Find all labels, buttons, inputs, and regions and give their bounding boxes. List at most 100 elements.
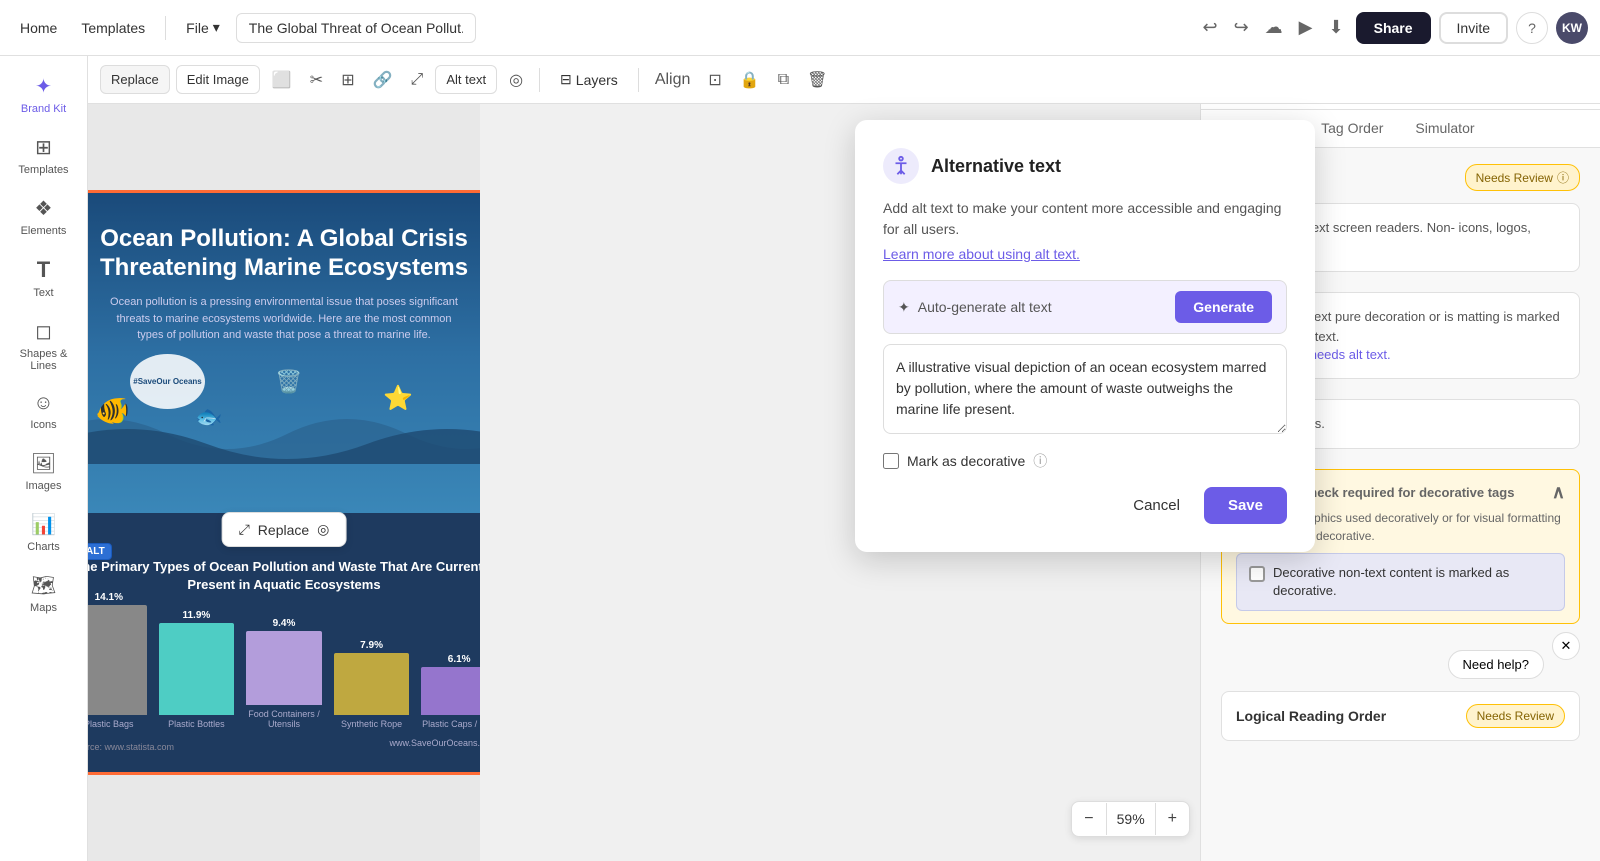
cancel-button[interactable]: Cancel [1121, 489, 1192, 522]
style-button[interactable]: ◎ [503, 64, 529, 96]
bar-percentage: 11.9% [182, 610, 210, 621]
alt-text-textarea[interactable] [883, 344, 1287, 434]
separator2 [638, 68, 639, 92]
bar-label: Plastic Bottles [168, 719, 225, 730]
infographic[interactable]: ALT 🔒 Ocean Pollution: A Global Crisis T… [88, 190, 480, 775]
alt-text-button[interactable]: Alt text [435, 65, 497, 94]
sidebar-label-maps: Maps [30, 602, 57, 614]
sidebar-item-brand[interactable]: ✦ Brand Kit [4, 64, 84, 125]
canvas-content: ALT 🔒 Ocean Pollution: A Global Crisis T… [88, 190, 480, 775]
chart-source: Source: www.statista.com [88, 742, 174, 752]
nav-home[interactable]: Home [12, 16, 65, 40]
secondary-toolbar: Replace Edit Image ⬜ ✂ ⊞ 🔗 ⤢ Alt text ◎ … [88, 56, 1600, 104]
icons-icon: ☺ [33, 392, 53, 415]
replace-float-icon: ⤢ [239, 521, 250, 538]
sidebar-item-maps[interactable]: 🗺 Maps [4, 563, 84, 624]
zoom-out-button[interactable]: − [1072, 802, 1105, 836]
generate-button[interactable]: Generate [1175, 291, 1272, 323]
brand-icon: ✦ [35, 74, 52, 99]
title-input[interactable] [236, 13, 476, 43]
undo-button[interactable]: ↩ [1198, 13, 1221, 42]
filter-button[interactable]: ⊞ [335, 64, 360, 96]
alt-badge-bottom: ALT [88, 543, 112, 560]
nav-divider [165, 16, 166, 40]
charts-icon: 📊 [31, 512, 56, 537]
sidebar-label-images: Images [25, 480, 61, 492]
share-button[interactable]: Share [1356, 12, 1431, 44]
bar-fill [334, 653, 410, 715]
sidebar-label-shapes: Shapes & Lines [8, 348, 80, 372]
upload-button[interactable]: ☁ [1261, 13, 1287, 42]
download-button[interactable]: ⬇ [1325, 13, 1348, 42]
avatar[interactable]: KW [1556, 12, 1588, 44]
zoom-value: 59% [1106, 803, 1156, 835]
sidebar-label-templates: Templates [18, 164, 68, 176]
align-button[interactable]: Align [649, 65, 697, 95]
more-button1[interactable]: ⊡ [702, 64, 727, 96]
sidebar-item-charts[interactable]: 📊 Charts [4, 502, 84, 563]
nav-file[interactable]: File ▾ [178, 15, 228, 40]
collapse-button[interactable]: ∧ [1552, 482, 1565, 503]
delete-button[interactable]: 🗑 [801, 64, 833, 96]
decorative-checkbox[interactable] [1249, 566, 1265, 582]
bar-percentage: 14.1% [95, 592, 123, 603]
info-badge-icon: ⓘ [1557, 169, 1569, 186]
modal-title: Alternative text [931, 156, 1061, 177]
chart-website: www.SaveOurOceans.com [389, 738, 480, 752]
sidebar-label-text: Text [33, 287, 53, 299]
modal-icon [883, 148, 919, 184]
bar-fill [159, 623, 235, 715]
chart-title: The Primary Types of Ocean Pollution and… [88, 558, 480, 594]
logical-reading-order: Logical Reading Order Needs Review [1221, 691, 1580, 741]
tab-simulator[interactable]: Simulator [1399, 110, 1490, 148]
zoom-in-button[interactable]: + [1156, 802, 1189, 836]
copy-button[interactable]: ⧉ [772, 65, 795, 95]
help-button[interactable]: ? [1516, 12, 1548, 44]
wave-svg [88, 404, 480, 464]
templates-icon: ⊞ [35, 135, 52, 160]
present-button[interactable]: ▶ [1295, 13, 1317, 42]
edit-image-button[interactable]: Edit Image [176, 65, 260, 94]
elements-icon: ❖ [35, 196, 53, 221]
sidebar-item-images[interactable]: 🖼 Images [4, 441, 84, 502]
frame-button[interactable]: ⬜ [266, 64, 298, 96]
modal-learn-more[interactable]: Learn more about using alt text. [883, 246, 1080, 262]
chart-footer: Source: www.statista.com www.SaveOurOcea… [88, 738, 480, 752]
alt-text-modal: Alternative text Add alt text to make yo… [855, 120, 1315, 552]
canvas-area: ALT 🔒 Ocean Pollution: A Global Crisis T… [88, 104, 480, 861]
tab-tag-order[interactable]: Tag Order [1305, 110, 1399, 148]
starfish: ⭐ [383, 384, 413, 413]
lock-button[interactable]: 🔒 [734, 64, 766, 96]
sidebar-item-elements[interactable]: ❖ Elements [4, 186, 84, 247]
infographic-bottom: ALT The Primary Types of Ocean Pollution… [88, 513, 480, 772]
text-icon: T [37, 257, 50, 283]
decorative-checkbox-row: Decorative non-text content is marked as… [1236, 553, 1565, 611]
redo-button[interactable]: ↪ [1230, 13, 1253, 42]
bar-percentage: 9.4% [273, 618, 296, 629]
sidebar-item-templates[interactable]: ⊞ Templates [4, 125, 84, 186]
document-title[interactable] [236, 13, 476, 43]
sidebar-item-text[interactable]: T Text [4, 247, 84, 309]
need-help-close[interactable]: ✕ [1552, 632, 1580, 660]
link-button[interactable]: 🔗 [367, 64, 399, 96]
sparkle-icon: ✦ [898, 299, 910, 316]
sidebar-item-shapes[interactable]: ◻ Shapes & Lines [4, 309, 84, 382]
zoom-controls: − 59% + [1071, 801, 1190, 837]
shapes-icon: ◻ [35, 319, 52, 344]
sidebar-item-icons[interactable]: ☺ Icons [4, 382, 84, 441]
fish2: 🐟 [195, 404, 222, 430]
left-sidebar: ✦ Brand Kit ⊞ Templates ❖ Elements T Tex… [0, 56, 88, 861]
layers-button[interactable]: ⊟ Layers [550, 65, 628, 94]
replace-button[interactable]: Replace [100, 65, 170, 94]
crop-button[interactable]: ✂ [304, 64, 329, 96]
nav-templates[interactable]: Templates [73, 16, 153, 40]
replace-float-button[interactable]: ⤢ Replace ◎ [222, 512, 347, 547]
infographic-top: ALT 🔒 Ocean Pollution: A Global Crisis T… [88, 193, 480, 513]
info-icon: ⓘ [1033, 451, 1047, 471]
invite-button[interactable]: Invite [1439, 12, 1508, 44]
mark-decorative-checkbox[interactable] [883, 453, 899, 469]
need-help-label: Need help? [1448, 650, 1545, 679]
save-button[interactable]: Save [1204, 487, 1287, 524]
modal-desc: Add alt text to make your content more a… [883, 198, 1287, 240]
resize-button[interactable]: ⤢ [405, 65, 430, 95]
